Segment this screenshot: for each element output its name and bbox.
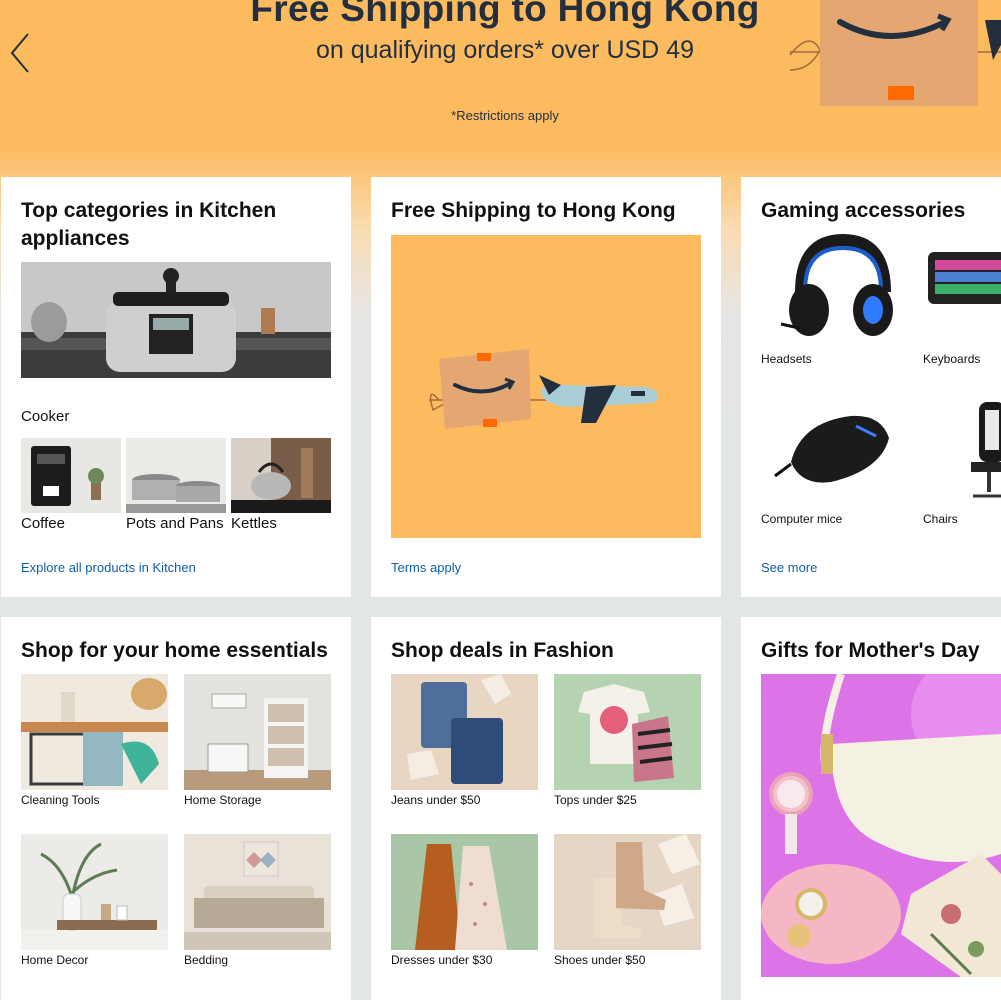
package-illustration: [789, 0, 1001, 106]
chevron-left-icon: [10, 33, 29, 73]
chairs-image[interactable]: [923, 392, 1001, 502]
mice-image[interactable]: [761, 392, 906, 502]
shoes-image[interactable]: [554, 834, 701, 950]
card-title: Free Shipping to Hong Kong: [391, 199, 676, 222]
card-title: Gifts for Mother's Day: [761, 639, 980, 662]
storage-image[interactable]: [184, 674, 331, 790]
mothers-day-image[interactable]: [761, 674, 1001, 977]
pots-image[interactable]: [126, 438, 226, 513]
mice-label[interactable]: Computer mice: [761, 512, 842, 526]
explore-kitchen-link[interactable]: Explore all products in Kitchen: [21, 560, 196, 575]
carousel-prev-button[interactable]: [6, 28, 36, 78]
card-title: Gaming accessories: [761, 199, 966, 222]
see-more-link[interactable]: See more: [761, 560, 817, 575]
shoes-label[interactable]: Shoes under $50: [554, 953, 645, 967]
bedding-image[interactable]: [184, 834, 331, 950]
kettles-label[interactable]: Kettles: [231, 515, 277, 532]
headsets-label[interactable]: Headsets: [761, 352, 812, 366]
kitchen-card: Top categories in Kitchen appliances Coo…: [1, 177, 351, 597]
cooker-label[interactable]: Cooker: [21, 408, 69, 425]
tops-label[interactable]: Tops under $25: [554, 793, 637, 807]
dresses-label[interactable]: Dresses under $30: [391, 953, 492, 967]
cooker-image[interactable]: [21, 262, 331, 378]
jeans-image[interactable]: [391, 674, 538, 790]
keyboards-image[interactable]: [923, 232, 1001, 347]
coffee-image[interactable]: [21, 438, 121, 513]
storage-label[interactable]: Home Storage: [184, 793, 261, 807]
dresses-image[interactable]: [391, 834, 538, 950]
card-title: Shop deals in Fashion: [391, 639, 614, 662]
gaming-card: Gaming accessories Headsets Keyboards Co…: [741, 177, 1001, 597]
cleaning-label[interactable]: Cleaning Tools: [21, 793, 100, 807]
chairs-label[interactable]: Chairs: [923, 512, 958, 526]
jeans-label[interactable]: Jeans under $50: [391, 793, 480, 807]
shipping-image[interactable]: [391, 235, 701, 538]
card-title: Shop for your home essentials: [21, 639, 328, 662]
card-title: Top categories in Kitchen appliances: [21, 199, 277, 250]
kettles-image[interactable]: [231, 438, 331, 513]
coffee-label[interactable]: Coffee: [21, 515, 65, 532]
keyboards-label[interactable]: Keyboards: [923, 352, 980, 366]
bedding-label[interactable]: Bedding: [184, 953, 228, 967]
cleaning-image[interactable]: [21, 674, 168, 790]
shipping-card: Free Shipping to Hong Kong Terms apply: [371, 177, 721, 597]
tops-image[interactable]: [554, 674, 701, 790]
fashion-card: Shop deals in Fashion Jeans under $50 To…: [371, 617, 721, 1000]
headsets-image[interactable]: [761, 232, 906, 347]
home-card: Shop for your home essentials Cleaning T…: [1, 617, 351, 1000]
pots-label[interactable]: Pots and Pans: [126, 515, 224, 532]
terms-link[interactable]: Terms apply: [391, 560, 461, 575]
decor-label[interactable]: Home Decor: [21, 953, 88, 967]
mothers-day-card: Gifts for Mother's Day: [741, 617, 1001, 1000]
decor-image[interactable]: [21, 834, 168, 950]
